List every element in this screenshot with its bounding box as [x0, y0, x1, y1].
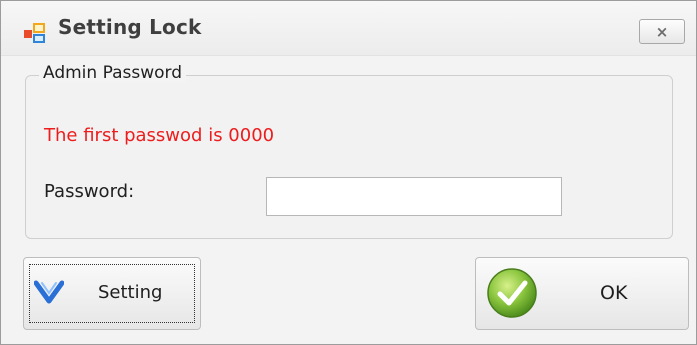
default-password-note: The first passwod is 0000: [44, 125, 275, 146]
close-icon: ×: [655, 22, 669, 41]
group-legend: Admin Password: [39, 63, 186, 83]
close-button[interactable]: ×: [639, 19, 685, 44]
ok-label: OK: [600, 282, 628, 304]
ok-button[interactable]: OK: [475, 257, 689, 330]
admin-password-group: Admin Password The first passwod is 0000…: [25, 63, 673, 239]
title-bar[interactable]: Setting Lock ×: [1, 1, 696, 56]
chevron-down-icon: [34, 280, 64, 304]
setting-button[interactable]: Setting: [23, 257, 201, 330]
settings-app-icon: [24, 23, 45, 43]
window-title: Setting Lock: [58, 15, 202, 39]
password-input[interactable]: [266, 177, 562, 216]
setting-label: Setting: [98, 282, 163, 303]
checkmark-icon: [487, 268, 537, 318]
password-label: Password:: [44, 181, 135, 202]
setting-lock-dialog: Setting Lock × Admin Password The first …: [0, 0, 697, 345]
